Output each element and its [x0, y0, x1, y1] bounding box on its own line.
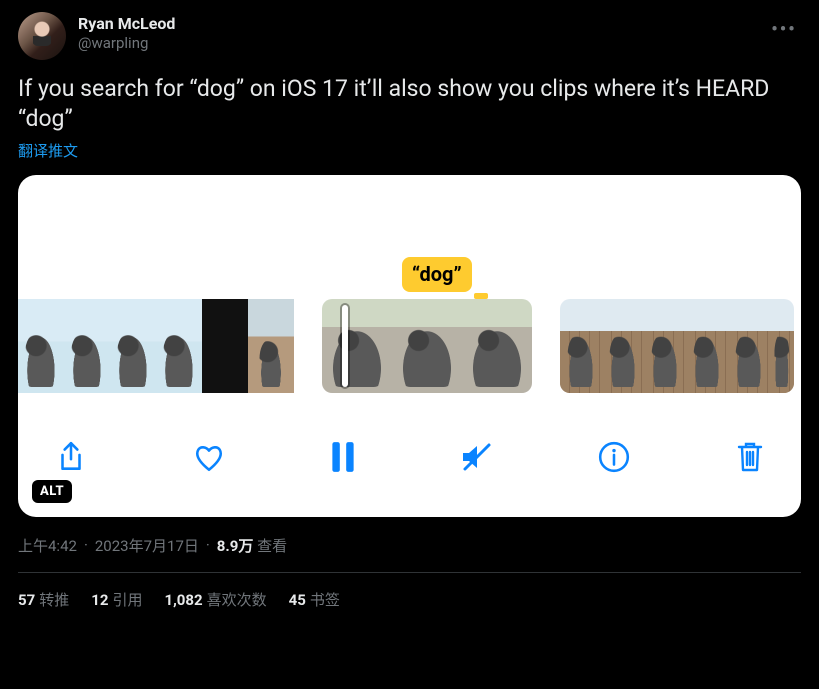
media-card[interactable]: “dog” — [18, 175, 801, 517]
clip-thumb[interactable] — [560, 299, 602, 393]
tweet-time[interactable]: 上午4:42 — [18, 535, 77, 556]
tweet-text: If you search for “dog” on iOS 17 it’ll … — [18, 74, 801, 134]
stat-retweets[interactable]: 57转推 — [18, 589, 69, 610]
tweet-date[interactable]: 2023年7月17日 — [95, 535, 199, 556]
tweet-views[interactable]: 8.9万 查看 — [217, 535, 287, 556]
scrubber-handle[interactable] — [342, 305, 348, 387]
alt-badge[interactable]: ALT — [32, 480, 72, 503]
share-button[interactable] — [54, 440, 88, 474]
clip-thumb[interactable] — [248, 299, 294, 393]
author-names[interactable]: Ryan McLeod @warpling — [78, 12, 175, 53]
clip-group-a[interactable] — [18, 299, 294, 393]
heart-icon — [192, 440, 226, 474]
clip-group-b[interactable] — [322, 299, 532, 393]
volume-muted-icon — [459, 440, 493, 474]
clip-thumb[interactable] — [110, 299, 156, 393]
clip-thumb[interactable] — [18, 299, 64, 393]
info-icon — [597, 440, 631, 474]
trash-icon — [735, 440, 765, 474]
info-button[interactable] — [597, 440, 631, 474]
clip-thumb[interactable] — [64, 299, 110, 393]
mute-button[interactable] — [459, 440, 493, 474]
avatar[interactable] — [18, 12, 66, 60]
clip-thumb[interactable] — [644, 299, 686, 393]
meta-separator: · — [81, 536, 91, 554]
more-button[interactable]: ••• — [767, 12, 801, 46]
clip-thumb[interactable] — [156, 299, 202, 393]
tweet-meta: 上午4:42 · 2023年7月17日 · 8.9万 查看 — [18, 535, 801, 556]
clip-thumb[interactable] — [602, 299, 644, 393]
clip-timeline[interactable] — [18, 299, 801, 393]
clip-group-c[interactable] — [560, 299, 794, 393]
display-name: Ryan McLeod — [78, 14, 175, 34]
divider — [18, 572, 801, 573]
tweet-stats: 57转推 12引用 1,082喜欢次数 45书签 — [18, 589, 801, 610]
media-controls — [18, 413, 801, 501]
pause-button[interactable] — [330, 440, 356, 474]
transcript-caption-tag: “dog” — [402, 257, 472, 292]
stat-quotes[interactable]: 12引用 — [91, 589, 142, 610]
pause-icon — [330, 440, 356, 474]
clip-thumb[interactable] — [770, 299, 794, 393]
delete-button[interactable] — [735, 440, 765, 474]
clip-thumb[interactable] — [392, 299, 462, 393]
stat-likes[interactable]: 1,082喜欢次数 — [164, 589, 266, 610]
meta-separator: · — [203, 536, 213, 554]
clip-thumb[interactable] — [202, 299, 248, 393]
handle: @warpling — [78, 34, 175, 53]
clip-thumb[interactable] — [322, 299, 392, 393]
tweet-header: Ryan McLeod @warpling ••• — [18, 12, 801, 60]
share-icon — [54, 440, 88, 474]
clip-thumb[interactable] — [728, 299, 770, 393]
translate-link[interactable]: 翻译推文 — [18, 140, 78, 161]
clip-thumb[interactable] — [686, 299, 728, 393]
like-button[interactable] — [192, 440, 226, 474]
more-icon: ••• — [771, 19, 796, 40]
media-top-area: “dog” — [18, 175, 801, 299]
clip-thumb[interactable] — [462, 299, 532, 393]
stat-bookmarks[interactable]: 45书签 — [289, 589, 340, 610]
